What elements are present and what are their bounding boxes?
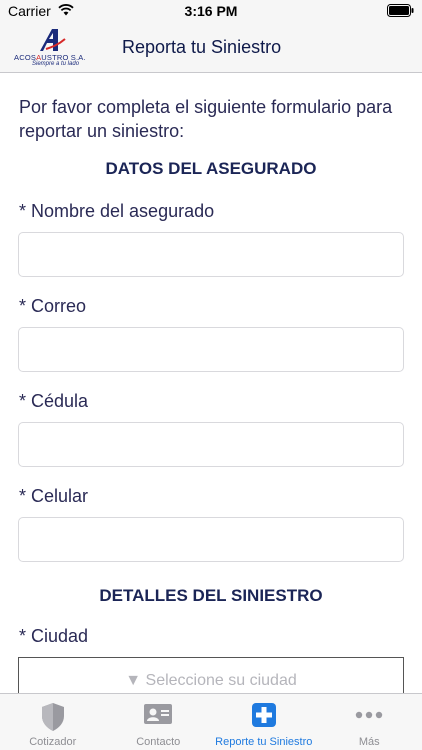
tab-mas[interactable]: Más [317, 694, 422, 750]
tab-label: Reporte tu Siniestro [215, 736, 313, 748]
claim-form: Por favor completa el siguiente formular… [0, 73, 422, 693]
tab-label: Más [358, 736, 380, 748]
status-time: 3:16 PM [184, 3, 238, 19]
insured-name-input[interactable] [18, 232, 404, 277]
contact-card-icon [143, 702, 173, 731]
tab-cotizador[interactable]: Cotizador [0, 694, 106, 750]
tab-contacto[interactable]: Contacto [106, 694, 212, 750]
battery-icon [387, 4, 414, 22]
navigation-bar: ACOSAUSTRO S.A. Siempre a tu lado Report… [0, 22, 422, 73]
page-title: Reporta tu Siniestro [122, 37, 282, 57]
mobile-input[interactable] [18, 517, 404, 562]
city-select[interactable]: ▼ Seleccione su ciudad [18, 657, 404, 693]
id-number-label: * Cédula [19, 391, 89, 411]
status-bar: Carrier 3:16 PM [0, 0, 422, 22]
email-label: * Correo [19, 296, 87, 316]
tab-label: Contacto [136, 736, 181, 748]
logo-tagline: Siempre a tu lado [32, 61, 80, 67]
plus-cross-icon [251, 702, 277, 733]
more-dots-icon [354, 702, 384, 733]
shield-icon [40, 702, 66, 737]
acosaustro-logo: ACOSAUSTRO S.A. Siempre a tu lado [14, 27, 90, 69]
tab-reporte-siniestro[interactable]: Reporte tu Siniestro [211, 694, 317, 750]
insured-name-label: * Nombre del asegurado [19, 201, 215, 221]
id-number-input[interactable] [18, 422, 404, 467]
tab-label: Cotizador [29, 736, 77, 748]
city-label: * Ciudad [19, 626, 89, 646]
email-input[interactable] [18, 327, 404, 372]
section-title-claim: DETALLES DEL SINIESTRO [99, 586, 323, 605]
form-intro-text: Por favor completa el siguiente formular… [19, 97, 393, 141]
mobile-label: * Celular [19, 486, 89, 506]
section-title-insured: DATOS DEL ASEGURADO [105, 159, 317, 178]
tab-bar: Cotizador Contacto Reporte tu Siniestro [0, 693, 422, 750]
